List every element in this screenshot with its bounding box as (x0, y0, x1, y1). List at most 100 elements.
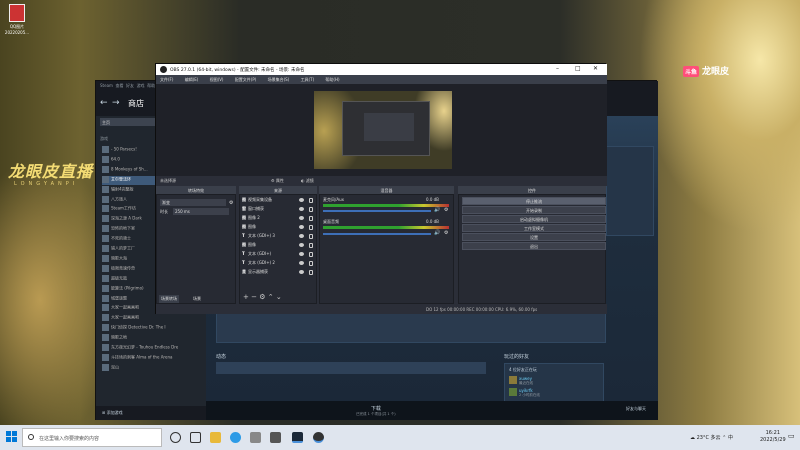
game-list-item[interactable]: 大家一起画画吧 (102, 314, 206, 323)
visibility-eye-icon[interactable] (299, 252, 304, 256)
speaker-icon[interactable]: 🔊 (434, 230, 440, 236)
steam-taskbar-icon[interactable] (292, 432, 303, 443)
menu-tools[interactable]: 工具(T) (301, 77, 315, 82)
task-view-icon[interactable] (190, 432, 201, 443)
menu-scene-collection[interactable]: 场景集合(S) (268, 77, 290, 82)
properties-button[interactable]: ⚙ 属性 (271, 178, 284, 184)
steam-menu-view[interactable]: 查看 (115, 83, 123, 88)
gear-icon[interactable]: ⚙ (229, 200, 233, 206)
visibility-eye-icon[interactable] (299, 270, 304, 274)
obs-taskbar-icon[interactable] (313, 432, 324, 443)
add-icon[interactable]: + (243, 293, 249, 301)
menu-profile[interactable]: 配置文件(P) (235, 77, 257, 82)
minimize-icon[interactable]: – (556, 65, 559, 72)
cortana-icon[interactable] (170, 432, 181, 443)
store-tab[interactable]: 商店 (128, 98, 144, 109)
edge-browser-icon[interactable] (230, 432, 241, 443)
windows-start-button[interactable] (6, 431, 17, 442)
back-arrow-icon[interactable]: ← (100, 98, 108, 108)
steam-menu-steam[interactable]: Steam (100, 83, 113, 88)
app-icon[interactable] (270, 432, 281, 443)
notification-icon[interactable]: ▭ (788, 432, 795, 440)
move-down-icon[interactable]: ⌄ (276, 293, 282, 301)
filters-button[interactable]: ◐ 滤镜 (301, 178, 314, 184)
source-item[interactable]: 图视频采集设备 (242, 197, 314, 206)
visibility-eye-icon[interactable] (299, 243, 304, 247)
menu-file[interactable]: 文件(F) (160, 77, 173, 82)
lock-icon[interactable] (309, 234, 313, 239)
studio-mode-button[interactable]: 工作室模式 (462, 224, 606, 232)
start-recording-button[interactable]: 开始录制 (462, 206, 606, 214)
lock-icon[interactable] (309, 243, 313, 248)
volume-slider[interactable] (323, 210, 431, 212)
remove-icon[interactable]: − (251, 293, 257, 301)
file-explorer-icon[interactable] (210, 432, 221, 443)
visibility-eye-icon[interactable] (299, 216, 304, 220)
maximize-icon[interactable]: □ (575, 65, 581, 72)
lock-icon[interactable] (309, 261, 313, 266)
exit-button[interactable]: 退出 (462, 242, 606, 250)
lock-icon[interactable] (309, 216, 313, 221)
lock-icon[interactable] (309, 198, 313, 203)
gear-icon[interactable]: ⚙ (259, 293, 265, 301)
obs-preview-canvas[interactable] (314, 91, 452, 169)
steam-menu-games[interactable]: 游戏 (137, 83, 145, 88)
activity-input[interactable] (216, 362, 486, 374)
menu-view[interactable]: 视图(V) (210, 77, 224, 82)
friends-chat-button[interactable]: 好友与聊天 (626, 406, 646, 412)
gear-icon[interactable]: ⚙ (444, 207, 448, 213)
forward-arrow-icon[interactable]: → (112, 98, 120, 108)
source-item[interactable]: 图图像 (242, 242, 314, 251)
game-list-item[interactable]: 东方夜光幻梦 - Touhou Endless Dre (102, 344, 206, 353)
game-list-item[interactable]: 快门侦探 Detective Dr. The I (102, 324, 206, 333)
lock-icon[interactable] (309, 207, 313, 212)
add-game-button[interactable]: ⊞ 添加游戏 (96, 406, 206, 420)
avatar[interactable] (509, 388, 517, 396)
speaker-icon[interactable]: 🔊 (434, 207, 440, 213)
weather-icon[interactable]: ☁ (690, 435, 695, 441)
source-item[interactable]: 图图像 2 (242, 215, 314, 224)
visibility-eye-icon[interactable] (299, 225, 304, 229)
game-list-item[interactable]: 泥山 (102, 363, 206, 373)
duration-input[interactable]: 250 ms (173, 208, 229, 215)
source-item[interactable]: 显显示器捕获 (242, 269, 314, 278)
tab-scenes[interactable]: 场景 (191, 295, 203, 303)
source-item[interactable]: T 文本 (GDI+) 3 (242, 233, 314, 242)
taskbar-clock[interactable]: 16:21 2022/5/29 (760, 430, 786, 444)
visibility-eye-icon[interactable] (299, 207, 304, 211)
avatar[interactable] (509, 376, 517, 384)
taskbar-search-input[interactable]: 在这里输入你要搜索的内容 (22, 428, 162, 447)
source-item[interactable]: 图图像 (242, 224, 314, 233)
lock-icon[interactable] (309, 270, 313, 275)
close-icon[interactable]: ✕ (593, 65, 598, 72)
move-up-icon[interactable]: ⌃ (268, 293, 274, 301)
steam-menu-help[interactable]: 帮助 (147, 83, 155, 88)
source-item[interactable]: T 文本 (GDI+) (242, 251, 314, 260)
transition-select[interactable]: 渐变 (160, 199, 226, 206)
volume-slider[interactable] (323, 233, 431, 235)
ime-indicator[interactable]: 中 (728, 435, 733, 441)
chevron-up-icon[interactable]: ⌃ (722, 435, 726, 441)
tab-scene-transitions[interactable]: 场景转场 (159, 295, 179, 303)
store-icon[interactable] (250, 432, 261, 443)
game-list-item[interactable]: 暗影之地 (102, 334, 206, 343)
menu-edit[interactable]: 编辑(E) (185, 77, 199, 82)
gear-icon[interactable]: ⚙ (444, 230, 448, 236)
menu-help[interactable]: 帮助(H) (325, 77, 339, 82)
game-list-item[interactable]: 斗技场的刺客 Alma of the Arena (102, 353, 206, 363)
source-item[interactable]: T 文本 (GDI+) 2 (242, 260, 314, 269)
settings-button[interactable]: 设置 (462, 233, 606, 241)
lock-icon[interactable] (309, 252, 313, 257)
source-item[interactable]: 窗窗口捕获 (242, 206, 314, 215)
visibility-eye-icon[interactable] (299, 261, 304, 265)
virtual-camera-button[interactable]: 启动虚拟摄像机 (462, 215, 606, 223)
weather-text[interactable]: 23°C 多云 (697, 435, 721, 441)
downloads-button[interactable]: 下载 已完成 1 个项目(共 1 个) (356, 405, 396, 417)
lock-icon[interactable] (309, 225, 313, 230)
visibility-eye-icon[interactable] (299, 234, 304, 238)
steam-menu-friends[interactable]: 好友 (126, 83, 134, 88)
visibility-eye-icon[interactable] (299, 198, 304, 202)
game-title: 不死的骑士 (111, 235, 131, 241)
desktop-file-icon[interactable]: QQ图片 20220205... (4, 4, 30, 35)
stop-streaming-button[interactable]: 停止推流 (462, 197, 606, 205)
